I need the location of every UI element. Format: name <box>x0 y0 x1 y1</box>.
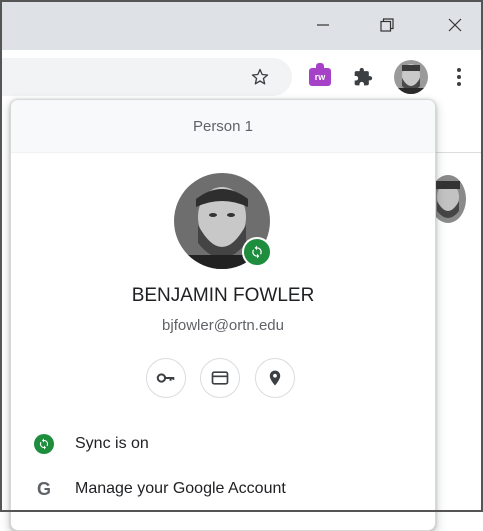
minimize-button[interactable] <box>300 0 346 50</box>
extension-rw-icon: rw <box>309 63 331 86</box>
more-vert-icon <box>457 68 461 86</box>
manage-account-label: Manage your Google Account <box>75 480 286 497</box>
location-pin-icon <box>269 370 281 386</box>
payment-methods-button[interactable] <box>200 358 240 398</box>
page-divider <box>432 152 483 153</box>
close-button[interactable] <box>432 0 478 50</box>
restore-button[interactable] <box>364 0 410 50</box>
profile-menu-header: Person 1 <box>11 100 435 153</box>
profile-button[interactable] <box>392 58 430 96</box>
addresses-button[interactable] <box>255 358 295 398</box>
sync-icon <box>252 245 262 259</box>
sync-icon-wrap <box>33 433 55 455</box>
sync-status-item[interactable]: Sync is on <box>11 424 435 464</box>
restore-icon <box>380 18 394 32</box>
bookmark-button[interactable] <box>241 58 279 96</box>
extensions-button[interactable] <box>344 58 382 96</box>
profile-name: BENJAMIN FOWLER <box>131 285 315 306</box>
avatar <box>394 60 428 94</box>
profile-email: bjfowler@ortn.edu <box>162 317 284 334</box>
key-icon <box>156 373 175 383</box>
card-icon <box>211 371 229 385</box>
manage-account-item[interactable]: G Manage your Google Account <box>11 469 435 509</box>
minimize-icon <box>317 24 329 26</box>
sync-badge <box>242 237 272 267</box>
extension-rw-button[interactable]: rw <box>301 58 339 96</box>
menu-button[interactable] <box>440 58 478 96</box>
window-titlebar <box>0 0 483 50</box>
sync-status-label: Sync is on <box>75 435 149 452</box>
profile-menu: Person 1 BENJAMIN FOWLER bjfowler@ortn.e… <box>10 99 436 531</box>
puzzle-icon <box>354 67 373 86</box>
sync-icon <box>34 434 54 454</box>
close-icon <box>448 18 462 32</box>
star-icon <box>251 68 269 85</box>
browser-toolbar: rw <box>0 50 483 106</box>
passwords-button[interactable] <box>146 358 186 398</box>
google-g-icon: G <box>36 478 51 499</box>
